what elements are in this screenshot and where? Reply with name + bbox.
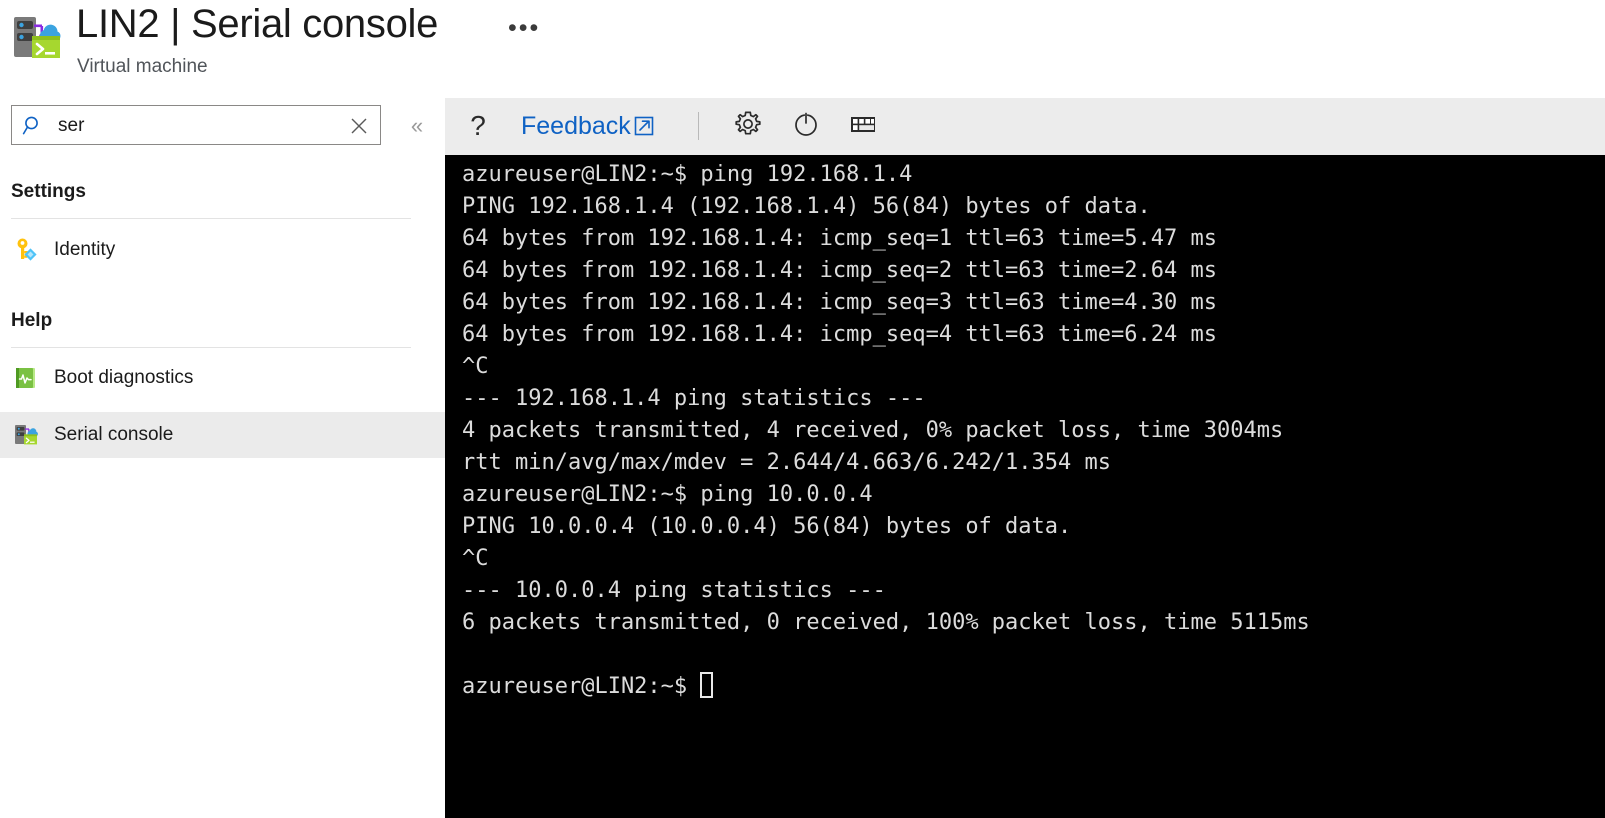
terminal-line: azureuser@LIN2:~$ ping 192.168.1.4 bbox=[462, 162, 913, 187]
terminal-line: 64 bytes from 192.168.1.4: icmp_seq=3 tt… bbox=[462, 290, 1217, 315]
terminal-line: 64 bytes from 192.168.1.4: icmp_seq=2 tt… bbox=[462, 258, 1217, 283]
keyboard-icon bbox=[848, 109, 878, 144]
boot-diagnostics-icon bbox=[13, 365, 39, 391]
search-input[interactable] bbox=[56, 106, 350, 146]
terminal-line: 64 bytes from 192.168.1.4: icmp_seq=4 tt… bbox=[462, 322, 1217, 347]
sidebar-item-label: Boot diagnostics bbox=[54, 367, 194, 388]
terminal-line: azureuser@LIN2:~$ ping 10.0.0.4 bbox=[462, 482, 873, 507]
search-icon bbox=[22, 115, 44, 137]
help-button[interactable]: ? bbox=[460, 104, 496, 148]
key-icon bbox=[13, 237, 39, 263]
external-link-icon bbox=[633, 115, 655, 137]
console-toolbar: ? Feedback bbox=[445, 98, 1605, 155]
power-button[interactable] bbox=[786, 104, 826, 148]
terminal-line: 64 bytes from 192.168.1.4: icmp_seq=1 tt… bbox=[462, 226, 1217, 251]
sidebar-item-serial-console[interactable]: Serial console bbox=[0, 412, 445, 458]
section-divider bbox=[11, 218, 411, 219]
sidebar-item-label: Serial console bbox=[54, 424, 174, 445]
settings-button[interactable] bbox=[728, 104, 768, 148]
terminal-line: ^C bbox=[462, 546, 489, 571]
vm-serial-console-icon bbox=[8, 10, 64, 66]
terminal-prompt: azureuser@LIN2:~$ bbox=[462, 674, 701, 699]
vm-serial-console-icon bbox=[13, 422, 39, 448]
toolbar-divider bbox=[698, 112, 699, 140]
feedback-button[interactable]: Feedback bbox=[517, 104, 659, 148]
terminal-line: PING 192.168.1.4 (192.168.1.4) 56(84) by… bbox=[462, 194, 1151, 219]
search-box[interactable] bbox=[11, 105, 381, 146]
gear-icon bbox=[733, 109, 763, 144]
sidebar-section-settings: Settings bbox=[11, 181, 86, 202]
sidebar-item-boot-diagnostics[interactable]: Boot diagnostics bbox=[0, 355, 445, 401]
more-options-button[interactable]: ••• bbox=[502, 12, 546, 45]
search-row: « bbox=[0, 105, 445, 153]
terminal-cursor bbox=[700, 672, 714, 698]
terminal-line: PING 10.0.0.4 (10.0.0.4) 56(84) bytes of… bbox=[462, 514, 1072, 539]
serial-console-terminal[interactable]: azureuser@LIN2:~$ ping 192.168.1.4 PING … bbox=[445, 155, 1605, 818]
power-icon bbox=[791, 109, 821, 144]
terminal-output: azureuser@LIN2:~$ ping 192.168.1.4 PING … bbox=[462, 159, 1602, 703]
terminal-prompt-line: azureuser@LIN2:~$ bbox=[462, 671, 1602, 703]
chevron-double-left-icon[interactable]: « bbox=[400, 111, 434, 141]
terminal-line: --- 192.168.1.4 ping statistics --- bbox=[462, 386, 926, 411]
page-title: LIN2 | Serial console bbox=[76, 2, 439, 46]
keyboard-button[interactable] bbox=[843, 104, 883, 148]
terminal-line: 4 packets transmitted, 4 received, 0% pa… bbox=[462, 418, 1284, 443]
section-divider bbox=[11, 347, 411, 348]
sidebar-item-label: Identity bbox=[54, 239, 116, 260]
sidebar-section-help: Help bbox=[11, 310, 53, 331]
sidebar-item-identity[interactable]: Identity bbox=[0, 227, 445, 273]
terminal-line: --- 10.0.0.4 ping statistics --- bbox=[462, 578, 886, 603]
page-subtitle: Virtual machine bbox=[77, 56, 208, 77]
page-header: LIN2 | Serial console ••• Virtual machin… bbox=[0, 0, 1605, 96]
terminal-line: rtt min/avg/max/mdev = 2.644/4.663/6.242… bbox=[462, 450, 1112, 475]
terminal-line: ^C bbox=[462, 354, 489, 379]
terminal-line: 6 packets transmitted, 0 received, 100% … bbox=[462, 610, 1310, 635]
sidebar: « Settings Identity Help bbox=[0, 96, 445, 818]
feedback-label: Feedback bbox=[521, 111, 631, 140]
close-icon[interactable] bbox=[348, 115, 370, 137]
